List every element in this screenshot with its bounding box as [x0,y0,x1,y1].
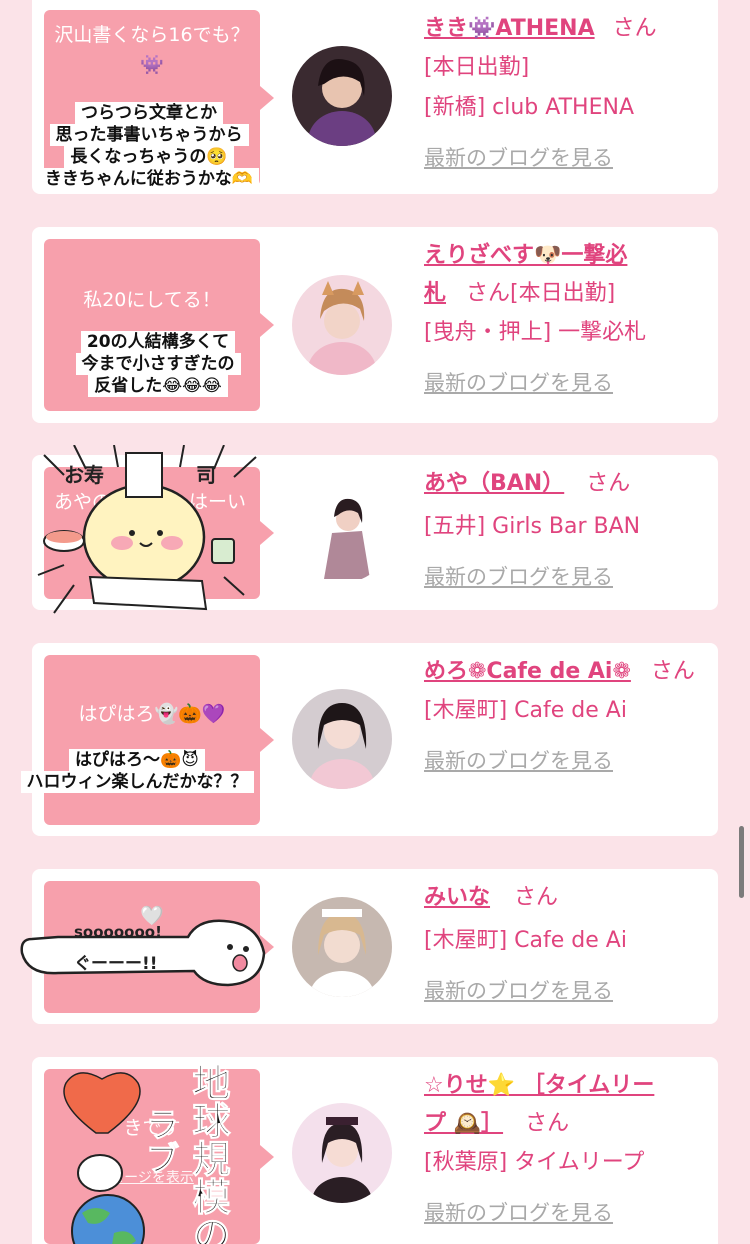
sticker-label: お寿 [64,463,104,487]
cast-avatar[interactable] [292,483,392,583]
cast-card: あやの はーい お寿 司 あや（BAN） さん [五井] Girls Bar B… [32,445,718,614]
sticker-vertical-text: 地球規模の [186,1063,232,1244]
honorific: さん [650,659,695,684]
cast-name-line: ☆りせ⭐ ［タイムリー プ 🕰️］ さん [424,1067,704,1143]
message-sticker: 20の人結構多くて 今まで小さすぎたの 反省した😂😂😂 [60,331,256,397]
sticker-label: sooooooo! [74,923,162,941]
cast-name-link[interactable]: きき👾ATHENA [424,16,595,41]
cast-name-link[interactable]: めろ❁Cafe de Ai❁ [424,659,631,684]
cast-name-line: あや（BAN） さん [424,465,704,503]
work-status: [本日出勤] [424,55,530,80]
cast-card: 私20にしてる！ 20の人結構多くて 今まで小さすぎたの 反省した😂😂😂 えりざ… [32,227,718,423]
cast-name-line: きき👾ATHENA さん [424,10,704,48]
cast-info: えりざべす🐶一撃必 札さん[本日出勤] [曳舟・押上] 一撃必札 最新のブログを… [424,237,704,403]
area-shop[interactable]: [五井] Girls Bar BAN [424,507,704,547]
area-shop[interactable]: [新橋] club ATHENA [424,88,704,128]
cast-name-link[interactable]: ☆りせ⭐ ［タイムリー [424,1073,654,1098]
message-sticker: つらつら文章とか 思った事書いちゃうから 長くなっちゃうの🥺 ききちゃんに従おう… [18,102,280,190]
cast-info: ☆りせ⭐ ［タイムリー プ 🕰️］ さん [秋葉原] タイムリープ 最新のブログを… [424,1067,704,1233]
cast-name-link-cont[interactable]: 札 [424,281,446,306]
cast-info: きき👾ATHENA さん [本日出勤] [新橋] club ATHENA 最新のブ… [424,10,704,178]
latest-blog-link[interactable]: 最新のブログを見る [424,1193,704,1233]
cast-card: 🤍 sooooooo! ぐーーー!! みいな さん [木屋町] Cafe de A… [20,869,718,1024]
honorific: さん [586,471,631,496]
cast-name-line: えりざべす🐶一撃必 札さん[本日出勤] [424,237,704,313]
message-bubble[interactable]: はぴはろ👻🎃💜 [44,655,274,825]
cast-info: みいな さん [木屋町] Cafe de Ai 最新のブログを見る [424,879,704,1011]
sticker-label: ぐーーー!! [74,954,158,974]
area-shop[interactable]: [曳舟・押上] 一撃必札 [424,313,704,353]
cast-info: めろ❁Cafe de Ai❁ さん [木屋町] Cafe de Ai 最新のブログ… [424,653,714,781]
latest-blog-link[interactable]: 最新のブログを見る [424,363,704,403]
bubble-title: 私20にしてる！ [83,289,221,311]
message-sticker: はぴはろ〜🎃😈 ハロウィン楽しんだかな？？ [2,749,272,793]
area-shop[interactable]: [秋葉原] タイムリープ [424,1143,704,1183]
cast-card: きです セージを表示 地球規模の ラブ ☆りせ⭐ ［タイムリー プ 🕰️］ さん … [32,1057,718,1244]
love-sticker: 地球規模の ラブ [52,1063,252,1244]
bubble-title: はぴはろ👻🎃💜 [78,703,226,725]
cast-name-line: みいな さん [424,879,704,917]
latest-blog-link[interactable]: 最新のブログを見る [424,557,704,597]
sushi-sticker: お寿 司 [34,445,262,617]
cast-avatar[interactable] [292,46,392,146]
latest-blog-link[interactable]: 最新のブログを見る [424,741,714,781]
latest-blog-link[interactable]: 最新のブログを見る [424,138,704,178]
honorific: さん [466,281,511,306]
bubble-title: 沢山書くなら16でも？👾 [54,24,250,76]
cast-info: あや（BAN） さん [五井] Girls Bar BAN 最新のブログを見る [424,465,704,597]
page-scrollbar[interactable] [739,826,744,898]
honorific: さん [514,885,559,910]
honorific: さん [612,16,657,41]
sticker-vertical-text: ラブ [139,1107,180,1176]
area-shop[interactable]: [木屋町] Cafe de Ai [424,691,714,731]
cast-avatar[interactable] [292,689,392,789]
cast-card: 沢山書くなら16でも？👾 つらつら文章とか 思った事書いちゃうから 長くなっちゃ… [32,0,718,194]
cast-card: はぴはろ👻🎃💜 はぴはろ〜🎃😈 ハロウィン楽しんだかな？？ めろ❁Cafe de… [20,643,718,836]
cast-name-line: めろ❁Cafe de Ai❁ さん [424,653,714,691]
honorific: さん [525,1111,570,1136]
sticker-label: 司 [196,463,216,487]
cast-name-link[interactable]: あや（BAN） [424,471,564,496]
pointing-sticker: sooooooo! ぐーーー!! [18,913,270,989]
latest-blog-link[interactable]: 最新のブログを見る [424,971,704,1011]
cast-name-link[interactable]: みいな [424,885,490,910]
area-shop[interactable]: [木屋町] Cafe de Ai [424,921,704,961]
cast-avatar[interactable] [292,1103,392,1203]
cast-avatar[interactable] [292,275,392,375]
work-status: [本日出勤] [510,281,616,306]
cast-name-link-cont[interactable]: プ 🕰️］ [424,1111,503,1136]
cast-name-link[interactable]: えりざべす🐶一撃必 [424,243,627,268]
cast-avatar[interactable] [292,897,392,997]
